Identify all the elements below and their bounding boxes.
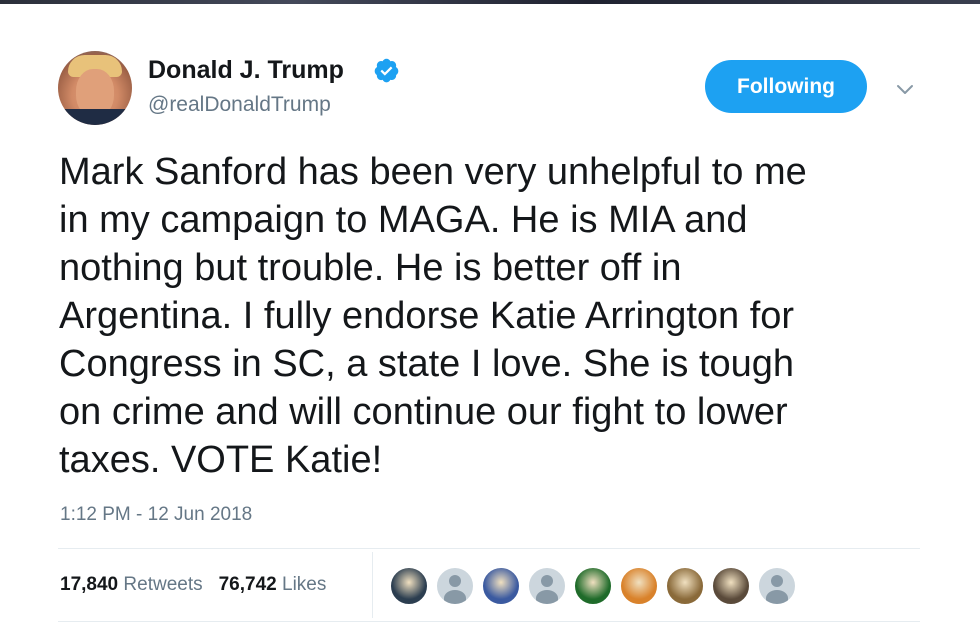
liker-avatar[interactable] xyxy=(482,567,520,605)
liker-avatar[interactable] xyxy=(712,567,750,605)
liker-avatar[interactable] xyxy=(574,567,612,605)
author-name[interactable]: Donald J. Trump xyxy=(148,56,344,85)
liker-avatar[interactable] xyxy=(758,567,796,605)
stats-separator xyxy=(372,552,373,618)
likes-label: Likes xyxy=(282,574,327,595)
author-handle[interactable]: @realDonaldTrump xyxy=(148,93,331,117)
likes-count: 76,742 xyxy=(218,574,277,595)
liker-avatar[interactable] xyxy=(390,567,428,605)
avatar[interactable] xyxy=(58,51,132,125)
tweet-timestamp[interactable]: 1:12 PM - 12 Jun 2018 xyxy=(60,504,252,526)
divider xyxy=(58,548,920,549)
retweets-count: 17,840 xyxy=(60,574,119,595)
retweets-label: Retweets xyxy=(123,574,203,595)
liker-avatar[interactable] xyxy=(666,567,704,605)
liker-avatar[interactable] xyxy=(528,567,566,605)
tweet-card: Donald J. Trump @realDonaldTrump Followi… xyxy=(0,0,980,633)
verified-badge-icon xyxy=(374,58,399,83)
liker-avatar[interactable] xyxy=(436,567,474,605)
tweet-stats: 17,840 Retweets 76,742 Likes xyxy=(60,574,326,596)
divider xyxy=(58,621,920,622)
liker-avatar[interactable] xyxy=(620,567,658,605)
retweets-stat[interactable]: 17,840 Retweets xyxy=(60,574,203,596)
following-button[interactable]: Following xyxy=(705,60,867,113)
chevron-down-icon[interactable] xyxy=(893,78,917,102)
avatar-suit xyxy=(58,109,132,125)
likes-stat[interactable]: 76,742 Likes xyxy=(219,574,327,596)
likers-avatars xyxy=(390,567,804,605)
tweet-text: Mark Sanford has been very unhelpful to … xyxy=(59,151,807,481)
